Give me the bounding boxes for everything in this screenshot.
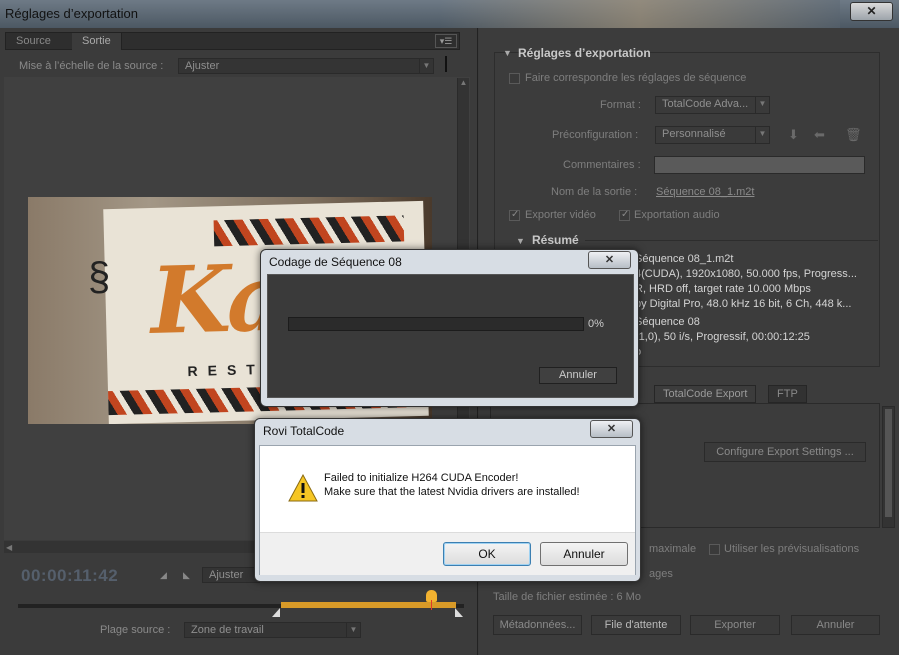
error-dialog-button-bar: OK Annuler: [260, 532, 635, 575]
range-label: Plage source :: [100, 624, 171, 636]
summary-line: 4(CUDA), 1920x1080, 50.000 fps, Progress…: [635, 268, 857, 280]
error-dialog-body: Failed to initialize H264 CUDA Encoder! …: [259, 445, 636, 575]
output-name-label: Nom de la sortie :: [551, 186, 638, 198]
queue-button[interactable]: File d'attente: [591, 615, 681, 635]
error-dialog: Rovi TotalCode ✕ Failed to initialize H2…: [254, 418, 641, 582]
collapse-icon[interactable]: ▼: [516, 236, 525, 246]
chevron-down-icon: ▼: [346, 623, 360, 637]
match-sequence-label: Faire correspondre les réglages de séque…: [525, 72, 747, 84]
match-sequence-checkbox[interactable]: [509, 73, 520, 84]
scrollbar-thumb[interactable]: [885, 409, 892, 517]
error-line-2: Make sure that the latest Nvidia drivers…: [324, 486, 580, 498]
ok-button[interactable]: OK: [443, 542, 531, 566]
encoding-dialog: Codage de Séquence 08 ✕ 0% Annuler: [260, 249, 639, 407]
timeline-work-area[interactable]: [281, 602, 456, 608]
chevron-down-icon: ▼: [755, 127, 769, 143]
preset-select-value: Personnalisé: [662, 128, 726, 140]
scale-label: Mise à l’échelle de la source :: [19, 60, 164, 72]
max-quality-label: maximale: [649, 543, 697, 555]
chevron-down-icon: ▼: [755, 97, 769, 113]
use-previews-label: Utiliser les prévisualisations: [724, 543, 860, 555]
pattern-band-top: [213, 215, 405, 247]
summary-line: R, HRD off, target rate 10.000 Mbps: [635, 283, 811, 295]
frames-label: ages: [649, 568, 673, 580]
divider: [585, 240, 878, 241]
encoding-progress-text: 0%: [588, 318, 604, 330]
encoding-dialog-body: 0% Annuler: [267, 274, 634, 398]
export-video-checkbox[interactable]: [509, 210, 520, 221]
close-icon[interactable]: ✕: [588, 251, 631, 269]
panel-menu-icon[interactable]: ▾☰: [435, 34, 457, 48]
save-preset-icon[interactable]: ⬇: [788, 127, 799, 143]
window-close-button[interactable]: ✕: [850, 2, 893, 21]
export-video-label: Exporter vidéo: [525, 209, 596, 221]
divider: [445, 56, 447, 72]
settings-scrollbar[interactable]: [882, 406, 895, 528]
comments-label: Commentaires :: [563, 159, 641, 171]
range-select-value: Zone de travail: [191, 624, 264, 636]
summary-line: (1,0), 50 i/s, Progressif, 00:00:12:25: [635, 331, 810, 343]
encoding-progress-bar: [288, 317, 584, 331]
section-title: Réglages d’exportation: [518, 46, 651, 60]
gecko-icon: §: [88, 255, 111, 299]
preview-tabs: Source Sortie ▾☰: [5, 32, 460, 50]
use-previews-checkbox[interactable]: [709, 544, 720, 555]
error-message: Failed to initialize H264 CUDA Encoder! …: [324, 471, 580, 499]
title-bar-background: [440, 0, 840, 28]
export-audio-label: Exportation audio: [634, 209, 720, 221]
summary-line: by Digital Pro, 48.0 kHz 16 bit, 6 Ch, 4…: [635, 298, 852, 310]
chevron-down-icon: ▼: [419, 59, 433, 73]
preset-select[interactable]: Personnalisé ▼: [655, 126, 770, 144]
metadata-button[interactable]: Métadonnées...: [493, 615, 582, 635]
range-select[interactable]: Zone de travail ▼: [184, 622, 361, 638]
scroll-up-icon[interactable]: ▲: [458, 78, 469, 87]
summary-line: o: [635, 345, 810, 360]
title-bar: Réglages d’exportation ✕: [0, 0, 899, 28]
preset-label: Préconfiguration :: [552, 129, 639, 141]
file-size-estimate: Taille de fichier estimée : 6 Mo: [493, 591, 641, 603]
scale-select[interactable]: Ajuster ▼: [178, 58, 434, 74]
error-cancel-button[interactable]: Annuler: [540, 542, 628, 566]
error-dialog-title: Rovi TotalCode: [263, 424, 345, 438]
tab-ftp[interactable]: FTP: [768, 385, 807, 403]
scroll-left-icon[interactable]: ◀: [4, 543, 12, 552]
cancel-button[interactable]: Annuler: [791, 615, 880, 635]
window-title: Réglages d’exportation: [5, 6, 138, 21]
mark-out-icon[interactable]: ◣: [183, 570, 190, 581]
collapse-icon[interactable]: ▼: [503, 48, 512, 58]
summary-line: Séquence 08_1.m2t: [635, 253, 734, 265]
tab-sortie[interactable]: Sortie: [72, 33, 122, 50]
format-select[interactable]: TotalCode Adva... ▼: [655, 96, 770, 114]
format-select-value: TotalCode Adva...: [662, 98, 749, 110]
configure-export-button[interactable]: Configure Export Settings ...: [704, 442, 866, 462]
warning-icon: [288, 473, 318, 502]
summary-output: Séquence 08_1.m2t 4(CUDA), 1920x1080, 50…: [635, 252, 857, 312]
mark-in-icon[interactable]: ◢: [160, 570, 167, 581]
output-name-link[interactable]: Séquence 08_1.m2t: [656, 186, 754, 198]
encoding-cancel-button[interactable]: Annuler: [539, 367, 617, 384]
timecode[interactable]: 00:00:11:42: [21, 566, 118, 586]
delete-preset-icon[interactable]: 🗑: [845, 127, 862, 143]
tab-source[interactable]: Source: [6, 33, 61, 50]
fit-select[interactable]: Ajuster: [202, 567, 260, 583]
fit-select-value: Ajuster: [209, 569, 244, 581]
close-icon[interactable]: ✕: [590, 420, 633, 438]
summary-title: Résumé: [532, 233, 579, 247]
error-line-1: Failed to initialize H264 CUDA Encoder!: [324, 472, 519, 484]
comments-input[interactable]: [654, 156, 865, 174]
encoding-dialog-title: Codage de Séquence 08: [269, 255, 402, 269]
export-audio-checkbox[interactable]: [619, 210, 630, 221]
summary-source: Séquence 08 (1,0), 50 i/s, Progressif, 0…: [635, 315, 810, 360]
format-label: Format :: [600, 99, 641, 111]
scale-select-value: Ajuster: [185, 60, 220, 72]
tab-totalcode-export[interactable]: TotalCode Export: [654, 385, 757, 403]
playhead-line: [431, 600, 432, 610]
summary-line: Séquence 08: [635, 316, 700, 328]
import-preset-icon[interactable]: ⬅: [814, 127, 825, 143]
export-button[interactable]: Exporter: [690, 615, 780, 635]
